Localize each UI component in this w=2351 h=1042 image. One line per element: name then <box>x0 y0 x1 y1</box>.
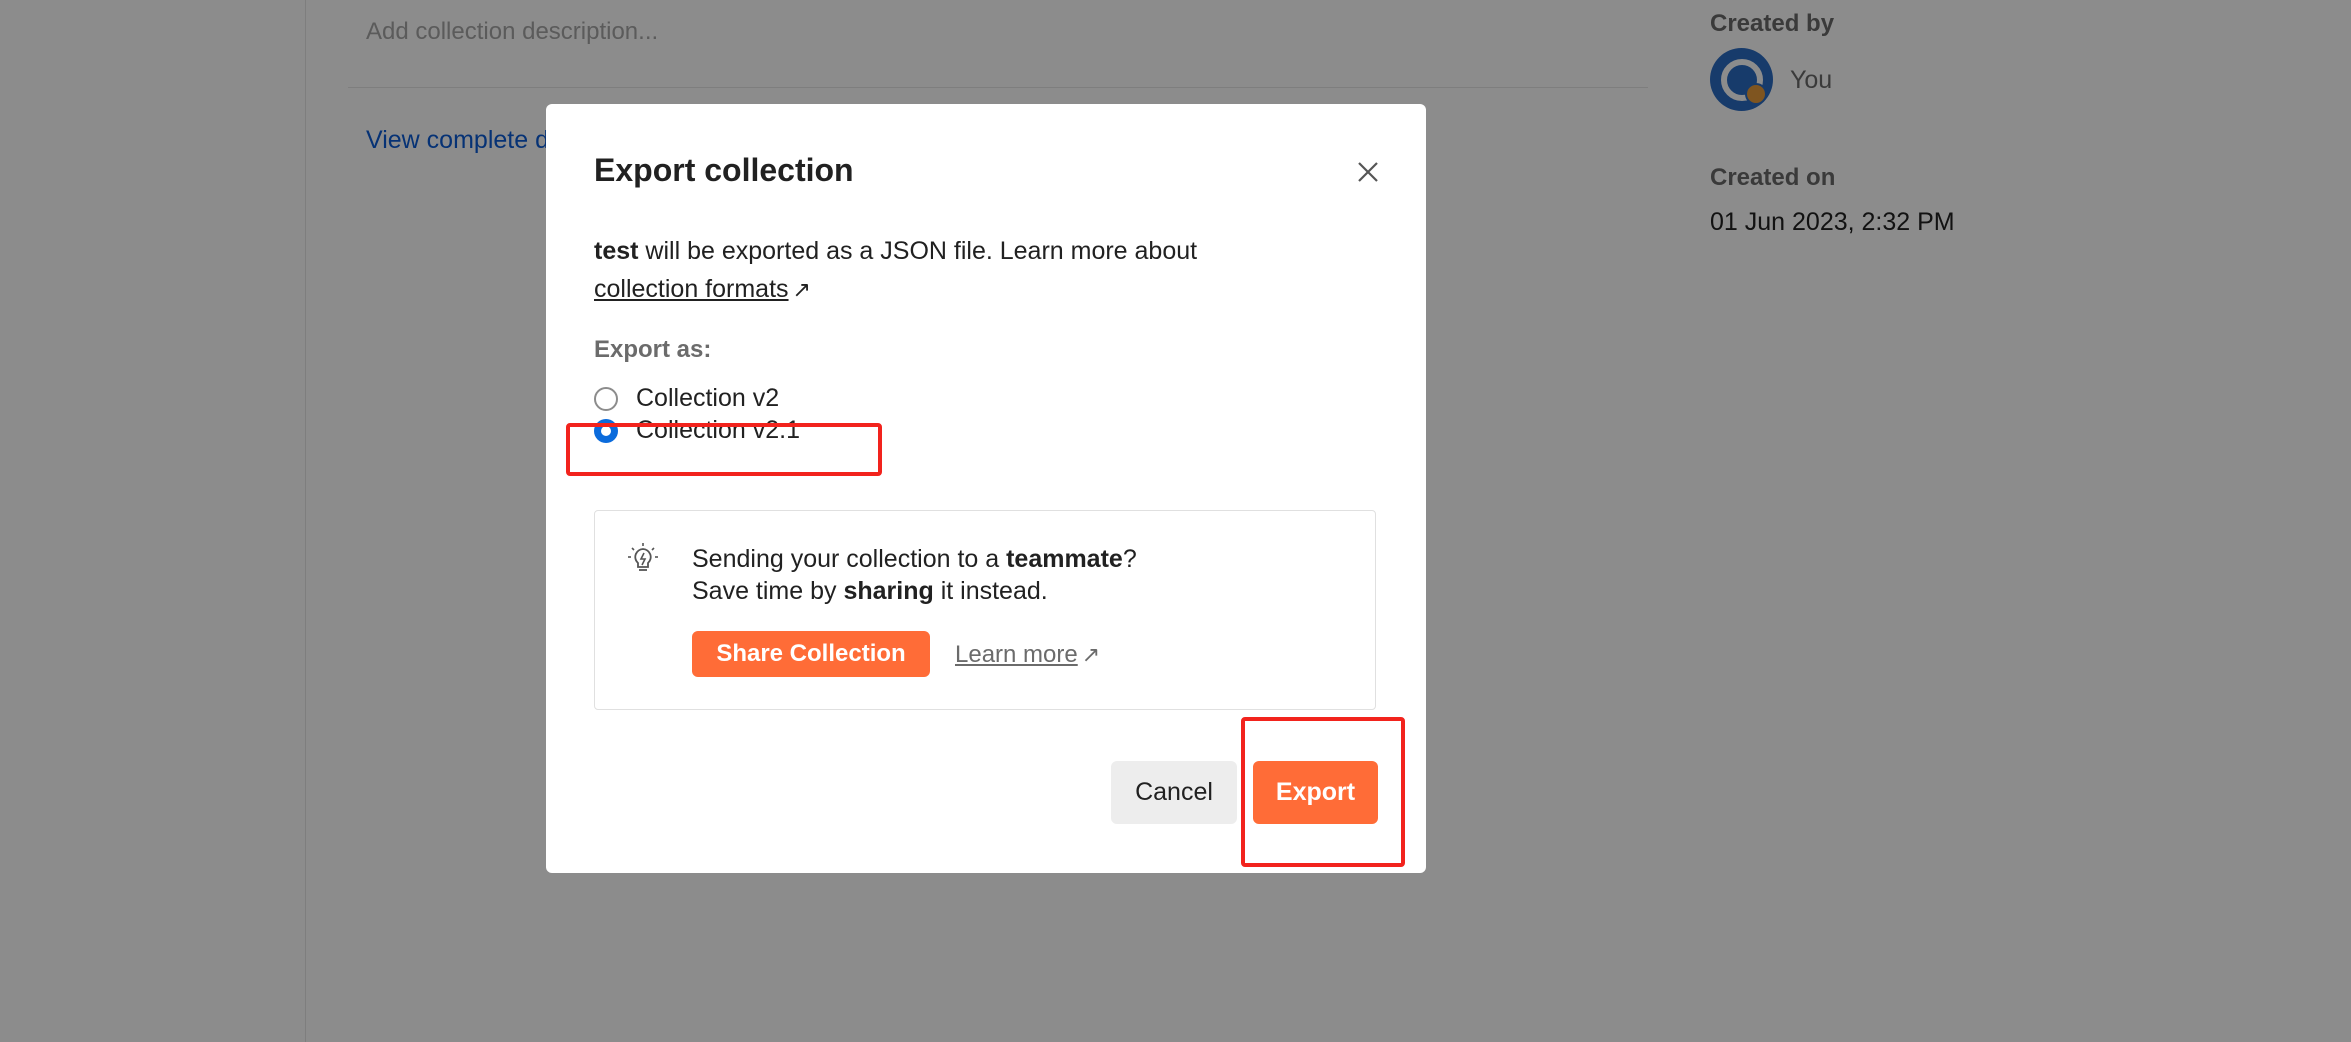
learn-more-link[interactable]: Learn more ↗ <box>955 641 1100 669</box>
radio-unchecked-icon[interactable] <box>594 386 618 411</box>
export-intro-text: test will be exported as a JSON file. Le… <box>594 232 1374 309</box>
tip-line1-bold: teammate <box>1006 545 1123 573</box>
intro-sentence: will be exported as a JSON file. Learn m… <box>638 237 1198 265</box>
lightbulb-icon <box>628 543 658 571</box>
tip-line1-suffix: ? <box>1122 545 1137 573</box>
collection-name: test <box>594 237 639 265</box>
highlight-box-export <box>1241 717 1405 867</box>
share-tip-text: Sending your collection to a teammate? S… <box>692 543 1137 607</box>
collection-formats-link[interactable]: collection formats <box>594 275 789 303</box>
external-link-icon: ↗ <box>1081 642 1101 667</box>
radio-label: Collection v2 <box>636 384 780 412</box>
close-icon <box>1358 162 1378 182</box>
close-button[interactable] <box>1346 150 1390 194</box>
highlight-box-v2-1 <box>566 423 882 476</box>
tip-line2-prefix: Save time by <box>692 577 844 605</box>
radio-collection-v2[interactable]: Collection v2 <box>594 384 779 413</box>
external-link-icon: ↗ <box>792 277 811 302</box>
tip-line1-prefix: Sending your collection to a <box>692 545 1007 573</box>
tip-line2-suffix: it instead. <box>933 577 1048 605</box>
learn-more-label: Learn more <box>955 641 1078 668</box>
share-tip-box: Sending your collection to a teammate? S… <box>594 510 1376 710</box>
tip-line2-bold: sharing <box>843 577 934 605</box>
modal-title: Export collection <box>594 152 854 188</box>
cancel-button[interactable]: Cancel <box>1111 761 1237 824</box>
export-as-label: Export as: <box>594 336 712 363</box>
share-collection-button[interactable]: Share Collection <box>692 631 930 677</box>
